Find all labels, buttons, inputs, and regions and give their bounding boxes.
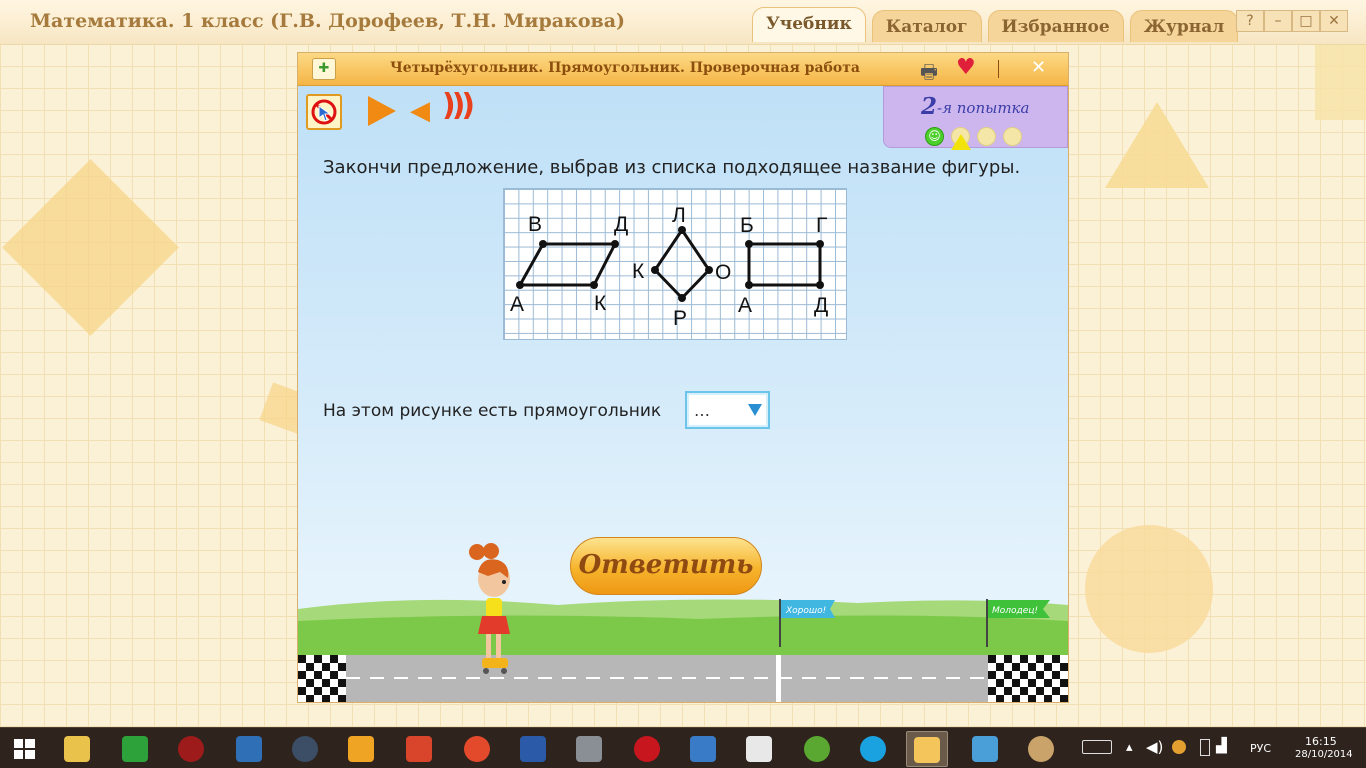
media-player-icon[interactable] <box>340 731 382 767</box>
smile-icon: ☺ <box>925 127 944 146</box>
label-g: Г <box>816 214 827 237</box>
presentation-app-icon[interactable] <box>398 731 440 767</box>
attempt-dot <box>1003 127 1022 146</box>
opera-icon[interactable] <box>626 731 668 767</box>
attempt-dots: ☺ <box>925 127 1022 146</box>
label-o: О <box>715 261 731 284</box>
word-icon[interactable] <box>512 731 554 767</box>
attempt-number: 2 <box>921 93 938 120</box>
select-value: … <box>694 401 710 420</box>
skype-icon[interactable] <box>852 731 894 767</box>
dropdown-arrow-icon[interactable] <box>748 404 762 416</box>
label-k2: К <box>632 260 645 283</box>
battery-icon <box>1200 739 1210 756</box>
figures-grid: В Д А К Л К О Р Б Г А Д <box>503 188 847 340</box>
lesson-header: ✚ Четырёхугольник. Прямоугольник. Провер… <box>298 53 1068 86</box>
tray-app-icon[interactable] <box>1172 740 1186 754</box>
attempt-label: -я попытка <box>937 99 1030 117</box>
sound-waves-icon[interactable]: ))) <box>442 88 475 123</box>
settings-app-icon[interactable] <box>228 731 270 767</box>
photos-icon[interactable] <box>964 731 1006 767</box>
checkered-finish <box>988 655 1068 702</box>
tray-expand-icon[interactable]: ▴ <box>1126 740 1133 768</box>
attempt-dot <box>977 127 996 146</box>
attempt-panel: 2 -я попытка ☺ <box>883 86 1068 150</box>
close-lesson-icon[interactable]: ✕ <box>1031 57 1046 78</box>
ball-app-icon[interactable] <box>456 731 498 767</box>
math-app-taskbar-icon[interactable] <box>906 731 948 767</box>
label-d2: Д <box>814 294 828 317</box>
flag1-text: Хорошо! <box>785 606 826 616</box>
header-divider <box>998 60 999 78</box>
maximize-button[interactable]: □ <box>1292 10 1320 32</box>
label-d: Д <box>614 213 628 236</box>
paint-icon[interactable] <box>1020 731 1062 767</box>
label-k: К <box>594 292 607 315</box>
bg-square-shape <box>1315 45 1366 120</box>
lesson-body: ◀ ))) 2 -я попытка ☺ Закончи предложение… <box>298 86 1068 702</box>
label-l: Л <box>672 204 686 227</box>
utorrent-icon[interactable] <box>796 731 838 767</box>
label-a2: А <box>738 294 752 317</box>
figures-drawing: В Д А К Л К О Р Б Г А Д <box>510 204 828 330</box>
help-button[interactable]: ? <box>1236 10 1264 32</box>
girl-character <box>469 543 510 674</box>
lesson-title: Четырёхугольник. Прямоугольник. Провероч… <box>390 60 860 76</box>
question-text: Закончи предложение, выбрав из списка по… <box>323 157 1021 178</box>
answer-prefix: На этом рисунке есть прямоугольник <box>323 401 662 421</box>
power-app-icon[interactable] <box>170 731 212 767</box>
window-controls: ? – □ ✕ <box>1236 10 1348 32</box>
lesson-window: ✚ Четырёхугольник. Прямоугольник. Провер… <box>297 52 1069 703</box>
minimize-button[interactable]: – <box>1264 10 1292 32</box>
pointer-tool-button[interactable] <box>306 94 342 130</box>
yandex-icon[interactable] <box>738 731 780 767</box>
tab-favorites[interactable]: Избранное <box>987 10 1124 42</box>
bg-diamond-shape <box>2 159 179 336</box>
label-b: Б <box>740 214 754 237</box>
bg-circle-shape <box>1085 525 1213 653</box>
network-icon[interactable]: ▟ <box>1216 738 1227 768</box>
app-title: Математика. 1 класс (Г.В. Дорофеев, Т.Н.… <box>30 10 625 32</box>
main-tabs: Учебник Каталог Избранное Журнал <box>752 7 1239 42</box>
clock-date[interactable]: 28/10/2014 <box>1295 749 1353 768</box>
flag2-text: Молодец! <box>992 606 1038 616</box>
bg-triangle-shape <box>1105 102 1209 188</box>
tray-volume-icon[interactable]: ◀) <box>1146 738 1163 768</box>
tab-textbook[interactable]: Учебник <box>752 7 866 42</box>
calculator-icon[interactable] <box>568 731 610 767</box>
favorite-heart-icon[interactable]: ♥ <box>956 55 976 80</box>
app-header: Математика. 1 класс (Г.В. Дорофеев, Т.Н.… <box>0 0 1366 45</box>
eye-app-icon[interactable] <box>284 731 326 767</box>
close-app-button[interactable]: ✕ <box>1320 10 1348 32</box>
label-v: В <box>528 213 542 236</box>
speaker-icon[interactable]: ◀ <box>410 96 430 126</box>
file-explorer-icon[interactable] <box>56 731 98 767</box>
keyboard-icon[interactable] <box>1082 740 1112 754</box>
submit-answer-button[interactable]: Ответить <box>570 537 762 595</box>
tab-journal[interactable]: Журнал <box>1129 10 1239 42</box>
lesson-menu-icon[interactable]: ✚ <box>312 58 336 80</box>
windows-taskbar: ▴ ◀) ▟ РУС 16:15 28/10/2014 <box>0 727 1366 768</box>
play-icon[interactable] <box>368 96 396 126</box>
checkered-start <box>298 655 346 702</box>
volume-app-icon[interactable] <box>682 731 724 767</box>
label-a: А <box>510 293 524 316</box>
current-attempt-marker-icon <box>951 134 971 150</box>
landscape: Хорошо! Молодец! <box>298 599 1068 702</box>
language-indicator[interactable]: РУС <box>1250 742 1271 768</box>
shape-name-select[interactable]: … <box>685 391 770 429</box>
store-icon[interactable] <box>114 731 156 767</box>
label-r: Р <box>673 307 687 330</box>
tab-catalog[interactable]: Каталог <box>871 10 982 42</box>
start-button[interactable] <box>4 731 46 767</box>
